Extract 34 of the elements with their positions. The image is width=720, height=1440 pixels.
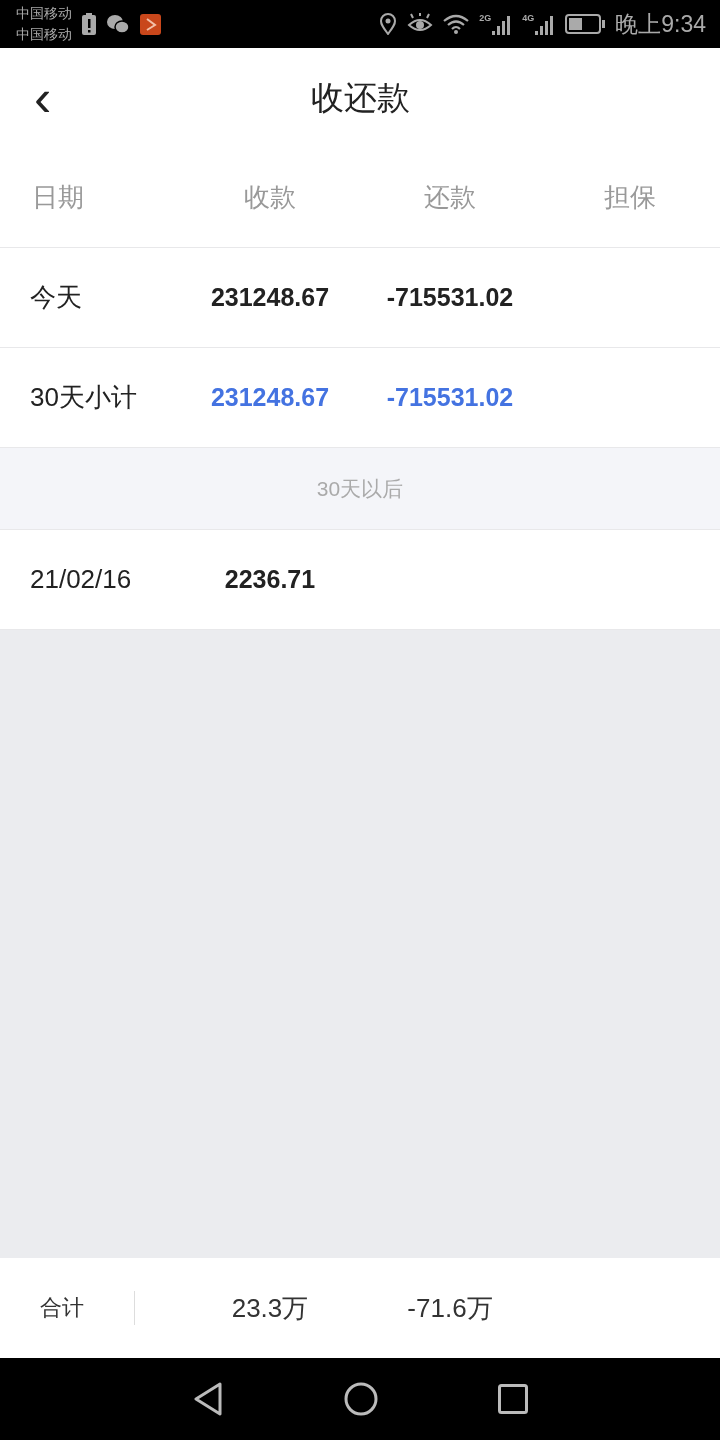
column-header: 还款: [423, 181, 477, 214]
carrier-label: 中国移动: [16, 4, 72, 23]
column-header: 日期: [31, 181, 85, 214]
total-value: 23.3万: [230, 1291, 310, 1325]
home-icon[interactable]: [344, 1382, 378, 1416]
date-cell-text: 30天小计: [29, 381, 138, 414]
back-icon[interactable]: [192, 1382, 224, 1416]
amount-cell-text: 231248.67: [209, 383, 331, 412]
recents-icon[interactable]: [498, 1384, 528, 1414]
column-header: 担保: [603, 181, 657, 214]
total-label: 合计: [0, 1291, 135, 1325]
amount-cell-text: -715531.02: [385, 383, 515, 412]
back-button[interactable]: ‹: [26, 78, 60, 118]
page-title: 收还款: [310, 77, 410, 118]
network-label: 4G: [522, 13, 535, 23]
amount-cell-text: -715531.02: [385, 283, 515, 312]
date-cell-text: 21/02/16: [29, 564, 133, 595]
signal-icon: [492, 13, 513, 35]
network-label: 2G: [479, 13, 492, 23]
battery-alert-icon: [82, 13, 96, 35]
total-value: -71.6万: [406, 1291, 494, 1325]
section-title: 30天以后: [316, 475, 404, 502]
wifi-icon: [443, 13, 470, 35]
column-header: 收款: [243, 181, 297, 214]
signal-icon: [535, 13, 556, 35]
amount-cell-text: 2236.71: [223, 565, 317, 594]
amount-cell-text: 231248.67: [209, 283, 331, 312]
date-cell-text: 今天: [29, 281, 83, 314]
battery-icon: [565, 14, 606, 34]
carrier-label: 中国移动: [16, 25, 72, 44]
location-icon: [379, 13, 398, 35]
play-icon: [140, 13, 161, 35]
chat-icon: [106, 14, 130, 34]
clock-time: 晚上9:34: [615, 9, 706, 39]
